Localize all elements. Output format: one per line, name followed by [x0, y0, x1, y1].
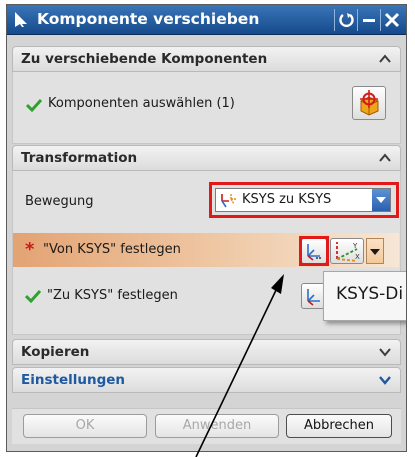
move-component-dialog: Komponente verschieben Zu verschiebende … [6, 4, 407, 452]
ok-button[interactable]: OK [23, 414, 147, 438]
reset-icon [339, 13, 354, 27]
chevron-down-icon[interactable] [378, 373, 392, 387]
select-object-button[interactable] [352, 86, 386, 120]
cancel-button[interactable]: Abbrechen [286, 414, 392, 438]
check-icon [25, 289, 41, 303]
svg-text:Y: Y [352, 242, 358, 250]
chevron-down-icon [370, 249, 380, 255]
close-button[interactable] [380, 9, 402, 31]
from-csys-label: "Von KSYS" festlegen [43, 242, 181, 257]
select-object-icon [360, 90, 379, 116]
chevron-down-icon[interactable] [378, 345, 392, 359]
select-components-label: Komponenten auswählen (1) [48, 96, 235, 111]
required-marker: * [25, 239, 35, 260]
components-section-body: Komponenten auswählen (1) [12, 72, 401, 144]
svg-text:X: X [355, 253, 360, 261]
csys-type-dropdown[interactable] [366, 238, 384, 264]
copy-section-title: Kopieren [21, 344, 90, 360]
minimize-button[interactable] [357, 9, 379, 31]
chevron-up-icon[interactable] [378, 151, 392, 165]
settings-section-title: Einstellungen [21, 372, 126, 388]
apply-button[interactable]: Anwenden [155, 414, 279, 438]
check-icon [26, 98, 42, 112]
cursor-arrow-icon [15, 12, 27, 27]
to-csys-label: "Zu KSYS" festlegen [47, 288, 178, 303]
movement-label: Bewegung [25, 194, 94, 209]
tooltip-text: KSYS-Di [336, 284, 404, 304]
annotation-frame-csys-button [299, 236, 329, 266]
components-section-header[interactable]: Zu verschiebende Komponenten [12, 46, 401, 72]
title-bar: Komponente verschieben [7, 5, 406, 35]
transformation-section-title: Transformation [21, 150, 138, 166]
settings-section-header[interactable]: Einstellungen [12, 367, 401, 393]
copy-section-header[interactable]: Kopieren [12, 339, 401, 365]
minimize-icon [363, 19, 375, 22]
reset-button[interactable] [334, 9, 356, 31]
close-icon [384, 12, 400, 28]
chevron-up-icon[interactable] [378, 52, 392, 66]
transformation-section-header[interactable]: Transformation [12, 145, 401, 171]
csys-dialog-tooltip: KSYS-Di [323, 271, 406, 321]
dialog-title: Komponente verschieben [37, 10, 260, 28]
components-section-title: Zu verschiebende Komponenten [21, 51, 268, 67]
inferred-csys-button[interactable]: Y X [330, 238, 364, 264]
csys-axes-icon: Y X [336, 242, 360, 262]
annotation-frame-movement [209, 182, 399, 218]
